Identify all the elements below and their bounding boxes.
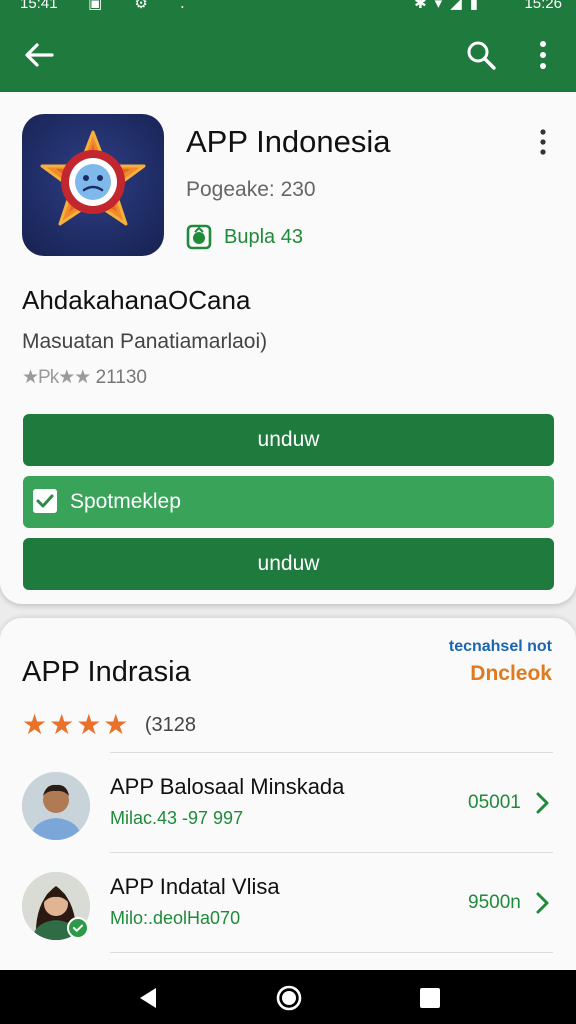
status-bar: 15:41 ▣ ⚙ ⁚ ✱▾◢▮ 15:26 [0,0,576,14]
rating-count: 21130 [95,367,147,388]
app-category: Masuatan Panatiamarlaoi) [22,330,268,353]
section-link[interactable]: Dncleok [470,662,552,686]
divider [110,752,553,753]
system-nav-bar [0,970,576,1024]
install-button[interactable]: unduw [23,414,554,466]
shield-check-icon [186,224,212,250]
chevron-right-icon[interactable] [534,790,552,816]
avatar [22,772,90,840]
badge-label: Bupla 43 [224,226,303,248]
star-face-icon[interactable] [22,114,164,256]
section-rating-count: (3128 [144,714,197,736]
developer-name[interactable]: AhdakahanaOCana [22,285,250,316]
list-item-subtitle: Milo:.deolHa070 [110,908,241,928]
list-item-value: 9500n [468,892,521,913]
section-rating: ★★★★ (3128 [22,708,197,740]
list-item-value: 05001 [468,792,521,813]
rating-summary: ★Pk★★ 21130 [22,366,147,389]
list-item-subtitle: Milac.43 -97 997 [110,808,244,828]
section-title: APP Indrasia [22,656,191,688]
section-caption: tecnahsel not [448,638,552,655]
list-item-title: APP Indatal Vlisa [110,874,280,899]
arrow-left-icon[interactable] [22,38,56,72]
checkbox-label: Spotmeklep [70,490,181,513]
checkbox-option[interactable]: Spotmeklep [23,476,554,528]
download-button[interactable]: unduw [23,538,554,590]
system-status-icons: ✱▾◢▮ [414,0,486,12]
checkbox-checked-icon[interactable] [33,489,57,513]
app-detail-card: APP Indonesia Pogeake: 230 Bupla 43 Ahda… [0,92,576,604]
toolbar [0,20,576,88]
status-time-right: 15:26 [524,0,562,12]
list-item-title: APP Balosaal Minskada [110,774,345,799]
package-info: Pogeake: 230 [186,178,316,201]
related-section-card: tecnahsel not Dncleok APP Indrasia ★★★★ … [0,618,576,970]
search-icon[interactable] [464,38,498,72]
list-item[interactable]: APP Balosaal Minskada Milac.43 -97 997 0… [0,762,576,858]
chevron-right-icon[interactable] [534,890,552,916]
notification-icons: ▣ ⚙ ⁚ [88,0,199,12]
status-time: 15:41 [20,0,58,12]
top-app-bar: 15:41 ▣ ⚙ ⁚ ✱▾◢▮ 15:26 [0,0,576,92]
divider [110,852,553,853]
star-rating-icons: ★★★★ [22,709,131,740]
more-vert-icon[interactable] [530,38,556,72]
rating-stars: ★Pk★★ [22,367,91,388]
app-title: APP Indonesia [186,124,391,159]
nav-home-icon[interactable] [275,984,303,1012]
list-item[interactable]: APP Indatal Vlisa Milo:.deolHa070 9500n [0,862,576,958]
more-vert-icon[interactable] [536,128,550,156]
nav-recents-icon[interactable] [420,988,440,1008]
nav-back-icon[interactable] [136,985,160,1011]
divider [110,952,553,953]
verified-check-icon [67,917,89,939]
